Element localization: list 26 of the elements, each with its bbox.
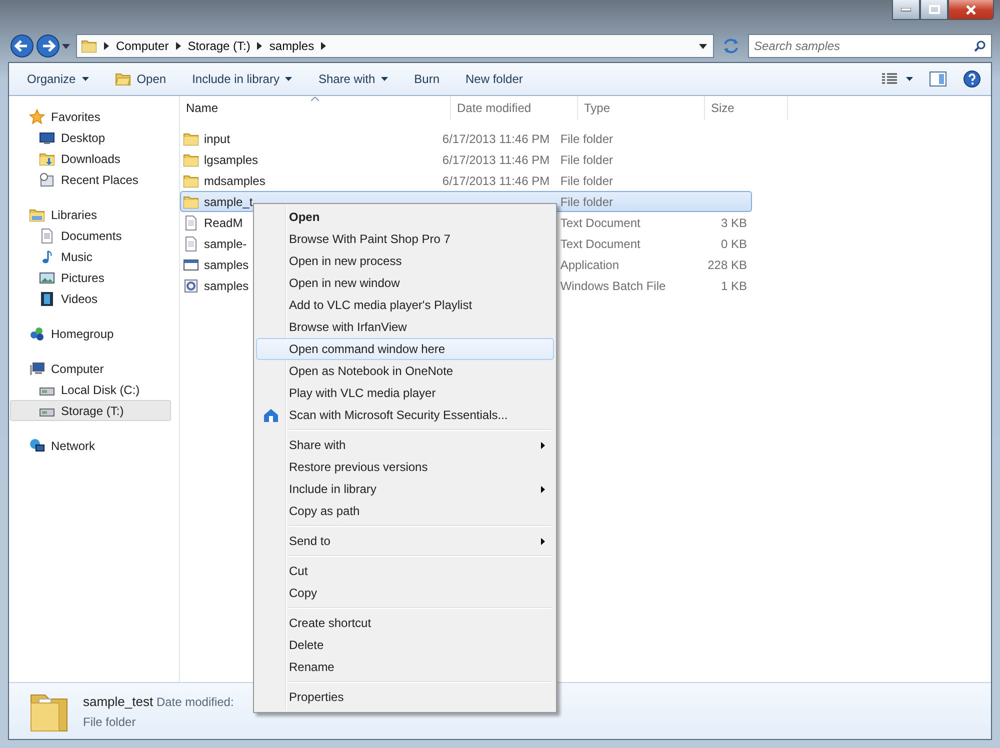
file-name: mdsamples bbox=[204, 174, 266, 188]
file-name: samples bbox=[204, 278, 249, 292]
file-type: Text Document bbox=[560, 236, 640, 250]
selected-item-name: sample_test bbox=[83, 694, 154, 708]
selected-item-type: File folder bbox=[83, 714, 137, 728]
date-modified-label: Date modified: bbox=[156, 694, 234, 708]
file-size: 228 KB bbox=[708, 258, 747, 272]
file-name: ReadM bbox=[204, 216, 243, 230]
date-modified: 6/17/2013 11:46 PM bbox=[442, 152, 550, 166]
file-type: Application bbox=[560, 258, 620, 272]
file-type: Text Document bbox=[560, 216, 640, 230]
file-size: 3 KB bbox=[720, 216, 747, 230]
file-type: File folder bbox=[560, 152, 613, 166]
date-modified: 6/17/2013 11:46 PM bbox=[442, 174, 550, 188]
file-type: File folder bbox=[560, 174, 613, 188]
file-name: sample- bbox=[204, 236, 247, 250]
file-size: 0 KB bbox=[720, 236, 747, 250]
file-name: sample_t bbox=[204, 194, 253, 208]
file-type: Windows Batch File bbox=[560, 278, 666, 292]
file-name: input bbox=[204, 132, 230, 146]
file-size: 1 KB bbox=[720, 278, 747, 292]
file-name: samples bbox=[204, 258, 249, 272]
file-type: File folder bbox=[560, 132, 613, 146]
file-type: File folder bbox=[560, 194, 613, 208]
date-modified: 6/17/2013 11:46 PM bbox=[442, 132, 550, 146]
file-name: lgsamples bbox=[204, 152, 258, 166]
